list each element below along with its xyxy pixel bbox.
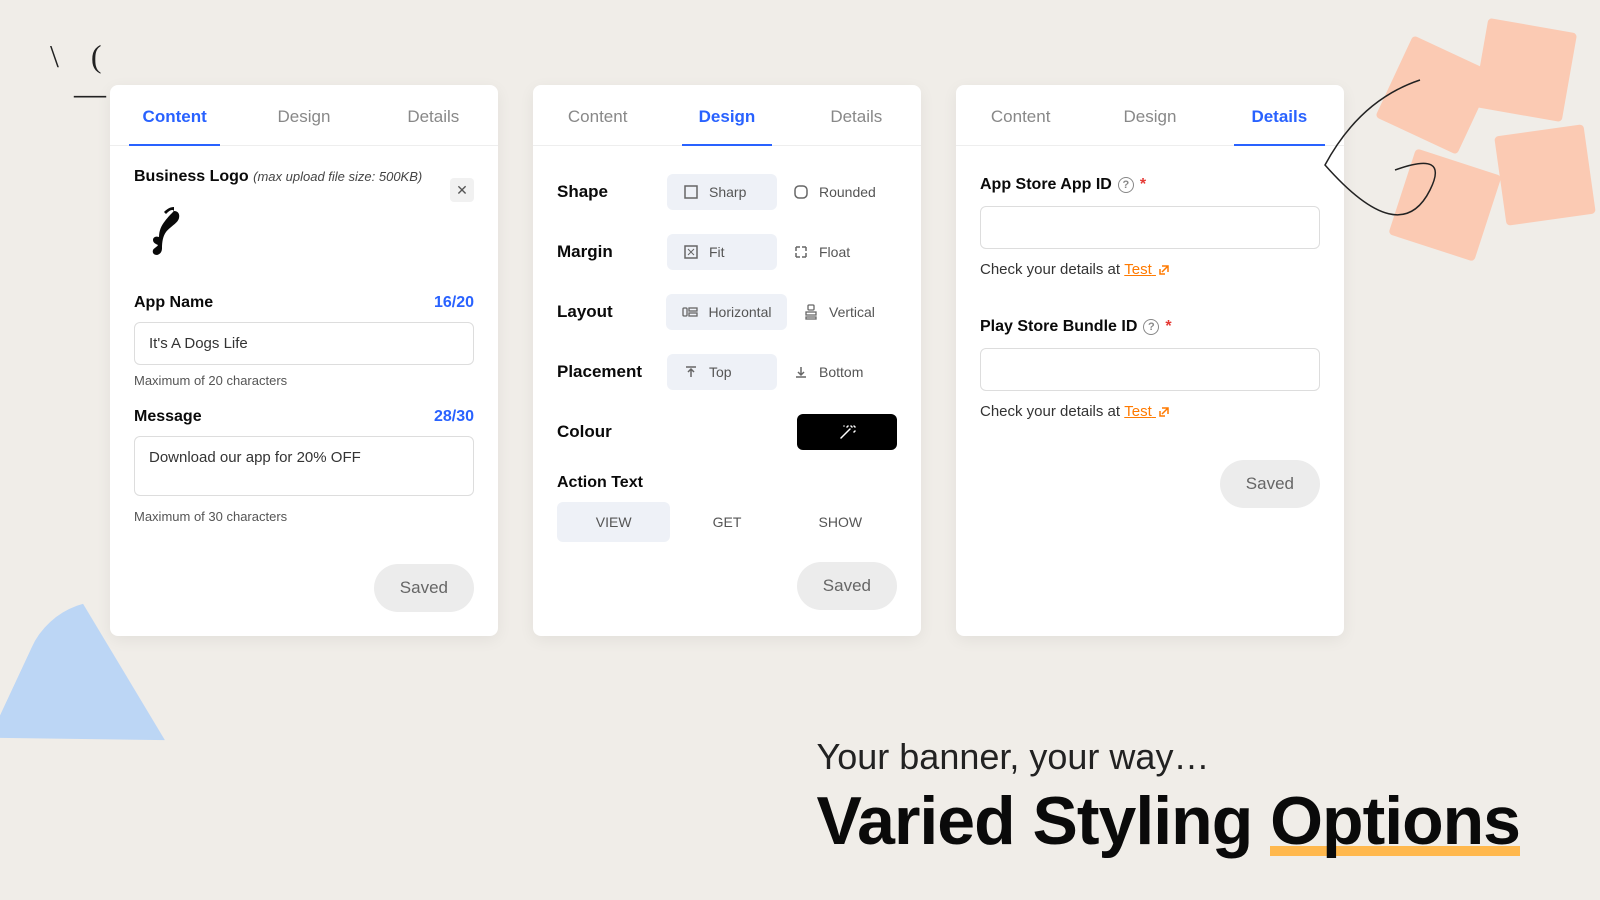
hero-text: Your banner, your way… Varied Styling Op… xyxy=(817,736,1520,860)
required-indicator: * xyxy=(1165,318,1171,336)
help-icon[interactable]: ? xyxy=(1118,177,1134,193)
tab-details[interactable]: Details xyxy=(792,85,921,145)
external-link-icon xyxy=(1158,264,1170,276)
vertical-icon xyxy=(803,304,819,320)
panel-details: Content Design Details App Store App ID … xyxy=(956,85,1344,636)
bottom-icon xyxy=(793,364,809,380)
wand-icon xyxy=(838,423,856,441)
app-name-label: App Name xyxy=(134,294,213,312)
external-link-icon xyxy=(1158,406,1170,418)
remove-logo-button[interactable]: ✕ xyxy=(450,178,474,202)
play-store-id-input[interactable] xyxy=(980,348,1320,391)
tab-content[interactable]: Content xyxy=(110,85,239,145)
colour-picker-button[interactable] xyxy=(797,414,897,450)
placement-top-option[interactable]: Top xyxy=(667,354,777,390)
colour-label: Colour xyxy=(557,422,667,442)
saved-button[interactable]: Saved xyxy=(797,562,897,610)
layout-label: Layout xyxy=(557,302,666,322)
top-icon xyxy=(683,364,699,380)
app-store-id-input[interactable] xyxy=(980,206,1320,249)
help-icon[interactable]: ? xyxy=(1143,319,1159,335)
action-show-option[interactable]: SHOW xyxy=(784,502,897,542)
close-icon: ✕ xyxy=(456,182,468,199)
required-indicator: * xyxy=(1140,176,1146,194)
app-name-input[interactable] xyxy=(134,322,474,365)
play-store-test-link[interactable]: Test xyxy=(1124,403,1170,420)
panel-content: Content Design Details Business Logo (ma… xyxy=(110,85,498,636)
message-help: Maximum of 30 characters xyxy=(134,509,474,524)
placement-label: Placement xyxy=(557,362,667,382)
shape-sharp-option[interactable]: Sharp xyxy=(667,174,777,210)
square-icon xyxy=(683,184,699,200)
action-view-option[interactable]: VIEW xyxy=(557,502,670,542)
layout-vertical-option[interactable]: Vertical xyxy=(787,294,897,330)
hero-subtitle: Your banner, your way… xyxy=(817,736,1520,778)
message-input[interactable]: Download our app for 20% OFF xyxy=(134,436,474,496)
tab-details[interactable]: Details xyxy=(369,85,498,145)
app-store-test-link[interactable]: Test xyxy=(1124,261,1170,278)
rounded-square-icon xyxy=(793,184,809,200)
play-store-id-label: Play Store Bundle ID xyxy=(980,318,1137,336)
tab-design[interactable]: Design xyxy=(662,85,791,145)
fit-icon xyxy=(683,244,699,260)
message-label: Message xyxy=(134,408,202,426)
tab-details[interactable]: Details xyxy=(1215,85,1344,145)
app-store-id-label: App Store App ID xyxy=(980,176,1112,194)
business-logo-image[interactable] xyxy=(134,194,190,270)
margin-float-option[interactable]: Float xyxy=(777,234,887,270)
action-get-option[interactable]: GET xyxy=(670,502,783,542)
saved-button[interactable]: Saved xyxy=(374,564,474,612)
action-text-label: Action Text xyxy=(557,474,897,492)
layout-horizontal-option[interactable]: Horizontal xyxy=(666,294,787,330)
hero-title: Varied Styling Options xyxy=(817,782,1520,860)
placement-bottom-option[interactable]: Bottom xyxy=(777,354,887,390)
tab-design[interactable]: Design xyxy=(1085,85,1214,145)
app-store-check-text: Check your details at Test xyxy=(980,261,1320,278)
app-name-help: Maximum of 20 characters xyxy=(134,373,474,388)
shape-rounded-option[interactable]: Rounded xyxy=(777,174,892,210)
float-icon xyxy=(793,244,809,260)
panel-design: Content Design Details Shape Sharp Round… xyxy=(533,85,921,636)
tab-content[interactable]: Content xyxy=(956,85,1085,145)
horizontal-icon xyxy=(682,304,698,320)
message-counter: 28/30 xyxy=(434,408,474,426)
tab-content[interactable]: Content xyxy=(533,85,662,145)
shape-label: Shape xyxy=(557,182,667,202)
decoration-scribble: \ ( — xyxy=(50,38,106,112)
tab-design[interactable]: Design xyxy=(239,85,368,145)
business-logo-label: Business Logo xyxy=(134,168,249,185)
margin-fit-option[interactable]: Fit xyxy=(667,234,777,270)
app-name-counter: 16/20 xyxy=(434,294,474,312)
play-store-check-text: Check your details at Test xyxy=(980,403,1320,420)
saved-button[interactable]: Saved xyxy=(1220,460,1320,508)
business-logo-hint: (max upload file size: 500KB) xyxy=(253,169,422,184)
margin-label: Margin xyxy=(557,242,667,262)
